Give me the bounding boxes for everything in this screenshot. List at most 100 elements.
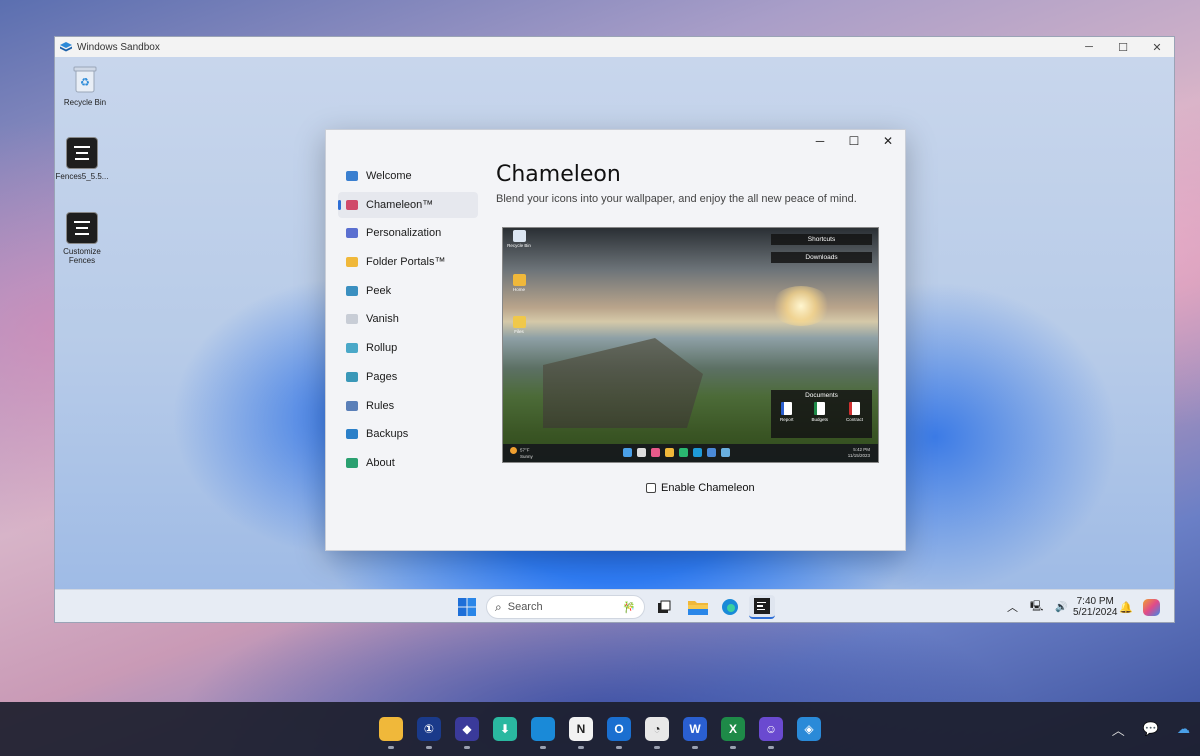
nav-item-icon [346,343,358,354]
recycle-bin-icon: ♻ [69,63,101,95]
nav-item-icon [346,400,358,411]
preview-clock: 5:42 PM 11/15/2023 [847,447,870,458]
preview-doc-report: Report [780,402,794,422]
host-app-icon: N [569,717,593,741]
file-explorer-button[interactable] [685,595,711,619]
nav-item-pages[interactable]: Pages [338,364,478,390]
sandbox-icon [60,42,72,52]
preview-fence-shortcuts: Shortcuts [771,234,872,245]
chevron-up-icon[interactable]: ︿ [1112,720,1125,739]
host-app-downloads[interactable]: ⬇ [488,709,522,749]
nav-item-label: Pages [366,370,398,383]
nav-item-rules[interactable]: Rules [338,393,478,419]
preview-doc-budgets: Budgets [811,402,828,422]
onedrive-icon[interactable]: ☁ [1177,721,1190,737]
search-icon: ⌕ [495,599,502,614]
enable-chameleon-checkbox[interactable]: Enable Chameleon [646,482,755,494]
taskbar-clock[interactable]: 7:40 PM 5/21/2024 [1073,590,1118,622]
sandbox-titlebar[interactable]: Windows Sandbox ─ ☐ ✕ [55,37,1174,57]
checkbox-box[interactable] [646,483,656,493]
preview-files-folder: Files [507,316,531,334]
host-app-notion[interactable]: N [564,709,598,749]
notifications-bell-icon[interactable]: 🔔 [1119,590,1133,622]
nav-item-icon [346,199,358,210]
copilot-icon[interactable] [1143,590,1160,622]
host-app-sandbox[interactable]: ◈ [792,709,826,749]
system-tray: ︿ 🖳 🔊 [1007,590,1068,622]
maximize-button[interactable]: ☐ [837,131,871,151]
svg-text:♻: ♻ [80,77,90,89]
desktop-icon-label: Recycle Bin [63,98,107,107]
host-app-file-explorer[interactable] [374,709,408,749]
host-system-tray: ︿ 💬 ☁ [1112,702,1190,756]
host-app-icon: ① [417,717,441,741]
close-button[interactable]: ✕ [1140,37,1174,57]
nav-item-vanish[interactable]: Vanish [338,306,478,332]
host-app-word[interactable]: W [678,709,712,749]
preview-cliff [543,338,703,428]
nav-item-rollup[interactable]: Rollup [338,335,478,361]
chevron-up-icon[interactable]: ︿ [1007,599,1018,615]
edge-button[interactable] [717,595,743,619]
host-app-1password[interactable]: ① [412,709,446,749]
fences-app-icon [66,212,98,244]
nav-item-welcome[interactable]: Welcome [338,163,478,189]
host-app-edge[interactable] [526,709,560,749]
host-app-icon: O [607,717,631,741]
nav-item-icon [346,457,358,468]
desktop-icon-recycle-bin[interactable]: ♻ Recycle Bin [55,63,115,107]
host-app-icon: ◈ [797,717,821,741]
desktop-icon-label: Fences5_5.5... [55,172,109,181]
nav-item-label: Welcome [366,170,412,182]
volume-icon[interactable]: 🔊 [1055,602,1067,613]
host-app-outlook-new[interactable]: O [602,709,636,749]
preview-taskbar: 57°F Sunny 5:42 PM 11/15/2023 [503,444,878,462]
host-app-excel[interactable]: X [716,709,750,749]
nav-item-icon [346,257,358,268]
host-taskbar: ① ◆ ⬇ N O ◔ W X ☺ ◈ ︿ 💬 ☁ [0,702,1200,756]
preview-home-folder: Home [507,274,531,292]
start-button[interactable] [458,598,476,621]
nav-item-about[interactable]: About [338,450,478,476]
search-placeholder: Search [507,601,543,613]
nav-item-personalization[interactable]: Personalization [338,220,478,246]
host-taskbar-apps: ① ◆ ⬇ N O ◔ W X ☺ ◈ [374,709,826,749]
nav-item-peek[interactable]: Peek [338,278,478,304]
host-app-icon [531,717,555,741]
nav-item-label: Folder Portals™ [366,256,446,269]
close-button[interactable]: ✕ [871,131,905,151]
nav-item-folder-portals[interactable]: Folder Portals™ [338,249,478,275]
host-app-clock[interactable]: ◔ [640,709,674,749]
search-highlight-icon: 🎋 [622,601,636,614]
wechat-icon[interactable]: 💬 [1143,721,1159,737]
nav-item-label: Rules [366,399,395,412]
host-app-icon: W [683,717,707,741]
nav-item-chameleon[interactable]: Chameleon™ [338,191,478,218]
sandbox-title: Windows Sandbox [77,41,160,53]
nav-item-label: Chameleon™ [366,198,434,211]
preview-sun [771,286,831,326]
fences-app-icon [66,137,98,169]
maximize-button[interactable]: ☐ [1106,37,1140,57]
nav-item-backups[interactable]: Backups [338,421,478,447]
fences-taskbar-button[interactable] [749,595,775,619]
desktop-icon-customize-fences[interactable]: Customize Fences [55,212,112,265]
settings-nav: Welcome Chameleon™ Personalization Folder P… [338,163,478,479]
minimize-button[interactable]: ─ [1072,37,1106,57]
host-app-robot[interactable]: ☺ [754,709,788,749]
preview-weather: 57°F Sunny [510,447,533,460]
task-view-button[interactable] [651,595,677,619]
page-subtitle: Blend your icons into your wallpaper, an… [496,193,857,205]
host-app-app[interactable]: ◆ [450,709,484,749]
host-app-icon [379,717,403,741]
nav-item-label: About [366,456,395,469]
minimize-button[interactable]: ─ [803,131,837,151]
network-icon[interactable]: 🖳 [1030,599,1043,616]
host-app-icon: ⬇ [493,717,517,741]
checkbox-label: Enable Chameleon [661,482,755,494]
taskbar-search[interactable]: ⌕ Search 🎋 [486,595,645,619]
page-title: Chameleon [496,162,621,187]
sandbox-window: Windows Sandbox ─ ☐ ✕ ♻ Recycle Bin Fenc… [54,36,1175,623]
preview-taskbar-apps [623,448,730,457]
desktop-icon-fences-installer[interactable]: Fences5_5.5... [55,137,112,181]
